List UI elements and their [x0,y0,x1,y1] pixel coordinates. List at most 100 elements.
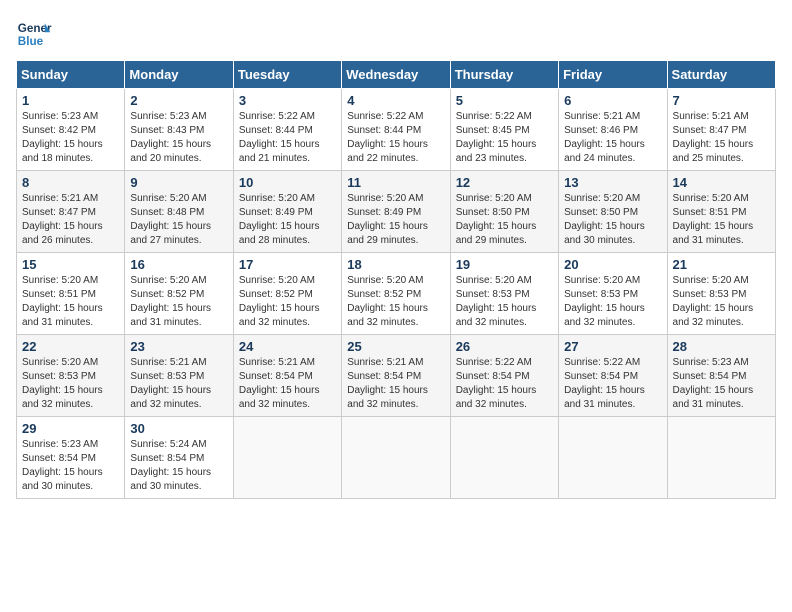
day-number: 13 [564,175,661,190]
empty-cell [342,417,450,499]
day-info: Sunrise: 5:21 AM Sunset: 8:54 PM Dayligh… [347,356,444,412]
calendar-day-12: 12 Sunrise: 5:20 AM Sunset: 8:50 PM Dayli… [450,171,558,253]
day-number: 21 [673,257,770,272]
day-number: 5 [456,93,553,108]
day-number: 9 [130,175,227,190]
day-info: Sunrise: 5:20 AM Sunset: 8:53 PM Dayligh… [673,274,770,330]
day-number: 19 [456,257,553,272]
day-number: 30 [130,421,227,436]
calendar-day-25: 25 Sunrise: 5:21 AM Sunset: 8:54 PM Dayli… [342,335,450,417]
day-info: Sunrise: 5:23 AM Sunset: 8:54 PM Dayligh… [673,356,770,412]
calendar-day-3: 3Sunrise: 5:22 AM Sunset: 8:44 PM Daylig… [233,89,341,171]
calendar-day-23: 23 Sunrise: 5:21 AM Sunset: 8:53 PM Dayli… [125,335,233,417]
calendar-day-13: 13 Sunrise: 5:20 AM Sunset: 8:50 PM Dayli… [559,171,667,253]
weekday-header-saturday: Saturday [667,61,775,89]
day-info: Sunrise: 5:22 AM Sunset: 8:54 PM Dayligh… [564,356,661,412]
day-number: 22 [22,339,119,354]
day-info: Sunrise: 5:21 AM Sunset: 8:46 PM Dayligh… [564,110,661,166]
day-info: Sunrise: 5:20 AM Sunset: 8:48 PM Dayligh… [130,192,227,248]
day-info: Sunrise: 5:20 AM Sunset: 8:50 PM Dayligh… [564,192,661,248]
logo-icon: General Blue [16,16,52,52]
calendar-table: SundayMondayTuesdayWednesdayThursdayFrid… [16,60,776,499]
day-info: Sunrise: 5:21 AM Sunset: 8:47 PM Dayligh… [22,192,119,248]
calendar-day-28: 28 Sunrise: 5:23 AM Sunset: 8:54 PM Dayli… [667,335,775,417]
day-number: 28 [673,339,770,354]
weekday-header-wednesday: Wednesday [342,61,450,89]
day-info: Sunrise: 5:20 AM Sunset: 8:51 PM Dayligh… [22,274,119,330]
weekday-header-friday: Friday [559,61,667,89]
day-number: 27 [564,339,661,354]
calendar-day-21: 21 Sunrise: 5:20 AM Sunset: 8:53 PM Dayli… [667,253,775,335]
day-info: Sunrise: 5:20 AM Sunset: 8:49 PM Dayligh… [239,192,336,248]
day-info: Sunrise: 5:20 AM Sunset: 8:53 PM Dayligh… [456,274,553,330]
day-info: Sunrise: 5:20 AM Sunset: 8:52 PM Dayligh… [347,274,444,330]
day-number: 7 [673,93,770,108]
day-number: 12 [456,175,553,190]
calendar-day-14: 14 Sunrise: 5:20 AM Sunset: 8:51 PM Dayli… [667,171,775,253]
day-number: 18 [347,257,444,272]
day-number: 2 [130,93,227,108]
day-info: Sunrise: 5:20 AM Sunset: 8:52 PM Dayligh… [130,274,227,330]
day-number: 23 [130,339,227,354]
calendar-week-2: 8 Sunrise: 5:21 AM Sunset: 8:47 PM Daylig… [17,171,776,253]
day-number: 10 [239,175,336,190]
weekday-header-sunday: Sunday [17,61,125,89]
weekday-header-thursday: Thursday [450,61,558,89]
day-info: Sunrise: 5:20 AM Sunset: 8:53 PM Dayligh… [22,356,119,412]
day-info: Sunrise: 5:23 AM Sunset: 8:54 PM Dayligh… [22,438,119,494]
day-number: 4 [347,93,444,108]
header: General Blue [16,16,776,52]
weekday-header-monday: Monday [125,61,233,89]
calendar-day-29: 29 Sunrise: 5:23 AM Sunset: 8:54 PM Dayli… [17,417,125,499]
day-info: Sunrise: 5:22 AM Sunset: 8:45 PM Dayligh… [456,110,553,166]
calendar-day-20: 20 Sunrise: 5:20 AM Sunset: 8:53 PM Dayli… [559,253,667,335]
day-number: 20 [564,257,661,272]
day-number: 3 [239,93,336,108]
calendar-day-15: 15 Sunrise: 5:20 AM Sunset: 8:51 PM Dayli… [17,253,125,335]
day-info: Sunrise: 5:20 AM Sunset: 8:53 PM Dayligh… [564,274,661,330]
day-number: 14 [673,175,770,190]
day-number: 1 [22,93,119,108]
calendar-week-5: 29 Sunrise: 5:23 AM Sunset: 8:54 PM Dayli… [17,417,776,499]
calendar-day-17: 17Sunrise: 5:20 AM Sunset: 8:52 PM Dayli… [233,253,341,335]
calendar-day-8: 8 Sunrise: 5:21 AM Sunset: 8:47 PM Daylig… [17,171,125,253]
calendar-day-9: 9 Sunrise: 5:20 AM Sunset: 8:48 PM Daylig… [125,171,233,253]
day-info: Sunrise: 5:21 AM Sunset: 8:53 PM Dayligh… [130,356,227,412]
day-info: Sunrise: 5:20 AM Sunset: 8:51 PM Dayligh… [673,192,770,248]
day-number: 15 [22,257,119,272]
empty-cell [667,417,775,499]
empty-cell [233,417,341,499]
day-number: 17 [239,257,336,272]
calendar-day-5: 5 Sunrise: 5:22 AM Sunset: 8:45 PM Daylig… [450,89,558,171]
day-number: 29 [22,421,119,436]
calendar-week-4: 22 Sunrise: 5:20 AM Sunset: 8:53 PM Dayli… [17,335,776,417]
calendar-day-1: 1 Sunrise: 5:23 AM Sunset: 8:42 PM Daylig… [17,89,125,171]
day-number: 8 [22,175,119,190]
calendar-day-19: 19 Sunrise: 5:20 AM Sunset: 8:53 PM Dayli… [450,253,558,335]
day-number: 11 [347,175,444,190]
svg-text:Blue: Blue [18,35,44,48]
calendar-day-7: 7 Sunrise: 5:21 AM Sunset: 8:47 PM Daylig… [667,89,775,171]
day-number: 16 [130,257,227,272]
day-number: 25 [347,339,444,354]
calendar-day-11: 11Sunrise: 5:20 AM Sunset: 8:49 PM Dayli… [342,171,450,253]
calendar-day-22: 22 Sunrise: 5:20 AM Sunset: 8:53 PM Dayli… [17,335,125,417]
calendar-day-27: 27 Sunrise: 5:22 AM Sunset: 8:54 PM Dayli… [559,335,667,417]
calendar-day-4: 4 Sunrise: 5:22 AM Sunset: 8:44 PM Daylig… [342,89,450,171]
day-info: Sunrise: 5:23 AM Sunset: 8:43 PM Dayligh… [130,110,227,166]
day-number: 6 [564,93,661,108]
calendar-day-2: 2 Sunrise: 5:23 AM Sunset: 8:43 PM Daylig… [125,89,233,171]
day-info: Sunrise: 5:22 AM Sunset: 8:44 PM Dayligh… [347,110,444,166]
calendar-day-24: 24Sunrise: 5:21 AM Sunset: 8:54 PM Dayli… [233,335,341,417]
weekday-header-tuesday: Tuesday [233,61,341,89]
day-info: Sunrise: 5:23 AM Sunset: 8:42 PM Dayligh… [22,110,119,166]
calendar-day-30: 30Sunrise: 5:24 AM Sunset: 8:54 PM Dayli… [125,417,233,499]
calendar-week-1: 1 Sunrise: 5:23 AM Sunset: 8:42 PM Daylig… [17,89,776,171]
day-info: Sunrise: 5:21 AM Sunset: 8:54 PM Dayligh… [239,356,336,412]
day-info: Sunrise: 5:20 AM Sunset: 8:50 PM Dayligh… [456,192,553,248]
calendar-day-26: 26 Sunrise: 5:22 AM Sunset: 8:54 PM Dayli… [450,335,558,417]
day-info: Sunrise: 5:22 AM Sunset: 8:54 PM Dayligh… [456,356,553,412]
day-info: Sunrise: 5:21 AM Sunset: 8:47 PM Dayligh… [673,110,770,166]
logo: General Blue [16,16,52,52]
day-number: 26 [456,339,553,354]
